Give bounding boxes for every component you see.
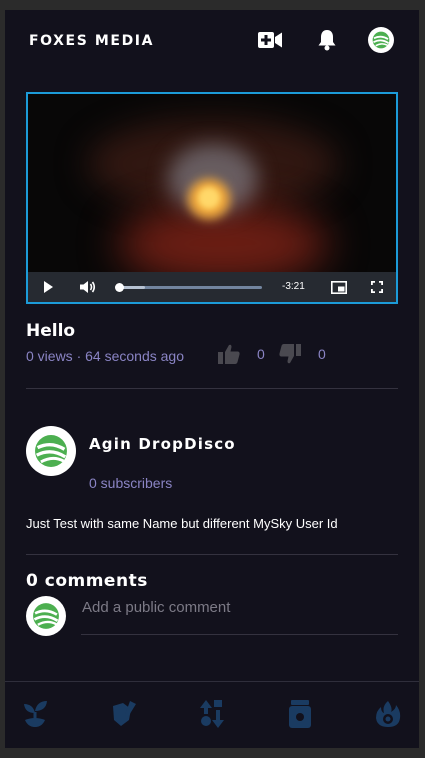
user-avatar-button[interactable] bbox=[367, 26, 395, 54]
sprout-icon[interactable] bbox=[15, 694, 55, 734]
video-plus-icon[interactable] bbox=[256, 26, 284, 54]
sticker-icon[interactable] bbox=[103, 694, 143, 734]
play-icon[interactable] bbox=[34, 272, 62, 302]
subscriber-count: 0 subscribers bbox=[89, 475, 173, 491]
top-bar: FOXES MEDIA bbox=[5, 10, 419, 72]
bottom-nav bbox=[5, 681, 419, 748]
video-frame[interactable] bbox=[28, 94, 396, 272]
brand-title[interactable]: FOXES MEDIA bbox=[29, 33, 154, 49]
green-sphere-logo-icon bbox=[35, 435, 67, 467]
avatar bbox=[368, 27, 394, 53]
bell-icon[interactable] bbox=[313, 26, 341, 54]
commenter-avatar bbox=[26, 596, 66, 636]
green-sphere-logo-icon bbox=[372, 31, 390, 49]
picture-in-picture-icon[interactable] bbox=[326, 272, 352, 302]
dislike-count: 0 bbox=[318, 346, 326, 362]
dislike-button[interactable]: 0 bbox=[279, 344, 326, 364]
video-title: Hello bbox=[26, 321, 76, 341]
comment-input[interactable] bbox=[81, 593, 398, 635]
divider bbox=[26, 554, 398, 555]
volume-icon[interactable] bbox=[74, 272, 102, 302]
video-description: Just Test with same Name but different M… bbox=[26, 516, 338, 531]
sort-arrows-icon[interactable] bbox=[192, 694, 232, 734]
flame-icon[interactable] bbox=[368, 694, 408, 734]
channel-avatar[interactable] bbox=[26, 426, 76, 476]
like-count: 0 bbox=[257, 346, 265, 362]
green-sphere-logo-icon bbox=[33, 603, 59, 629]
fullscreen-icon[interactable] bbox=[364, 272, 390, 302]
thumbs-down-icon bbox=[279, 344, 301, 364]
player-controls: -3:21 bbox=[28, 272, 396, 302]
like-button[interactable]: 0 bbox=[218, 344, 265, 364]
comments-title: 0 comments bbox=[26, 571, 148, 591]
jar-icon[interactable] bbox=[280, 694, 320, 734]
progress-knob[interactable] bbox=[115, 283, 125, 292]
video-meta: 0 views · 64 seconds ago bbox=[26, 348, 184, 364]
divider bbox=[26, 388, 398, 389]
video-player[interactable]: -3:21 bbox=[26, 92, 398, 304]
app-frame: FOXES MEDIA -3:21 Hello 0 views · 64 sec… bbox=[5, 10, 419, 748]
thumbs-up-icon bbox=[218, 344, 240, 364]
video-blur-shape bbox=[118, 204, 328, 272]
video-light-shape bbox=[198, 187, 220, 209]
time-remaining: -3:21 bbox=[282, 281, 305, 292]
channel-name[interactable]: Agin DropDisco bbox=[89, 435, 236, 453]
progress-bar[interactable] bbox=[115, 283, 262, 292]
